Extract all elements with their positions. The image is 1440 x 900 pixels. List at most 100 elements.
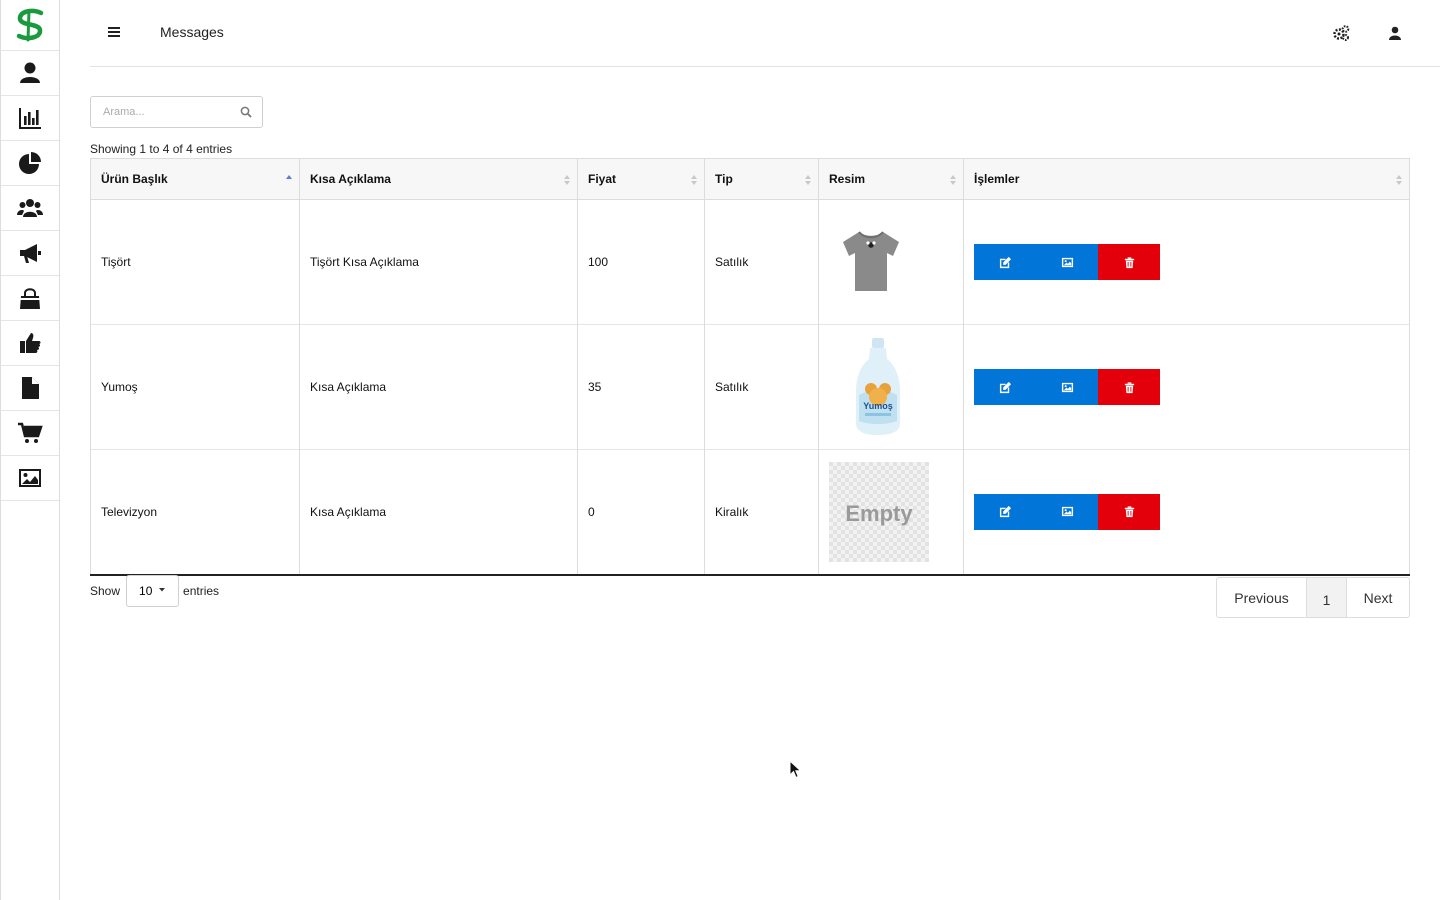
sidebar-item-reports[interactable] bbox=[1, 141, 59, 186]
cart-icon bbox=[18, 422, 43, 443]
column-header-label: Tip bbox=[715, 172, 733, 186]
column-header-actions[interactable]: İşlemler bbox=[963, 158, 1410, 200]
megaphone-icon bbox=[20, 244, 41, 263]
cell-price: 0 bbox=[577, 449, 705, 576]
edit-button[interactable] bbox=[974, 244, 1036, 280]
image-icon bbox=[1061, 507, 1073, 517]
sidebar-item-statistics[interactable] bbox=[1, 96, 59, 141]
sidebar-item-announcements[interactable] bbox=[1, 231, 59, 276]
show-label: Show bbox=[90, 584, 121, 598]
logo-icon bbox=[16, 8, 44, 42]
image-button[interactable] bbox=[1036, 493, 1098, 530]
cell-actions bbox=[963, 449, 1410, 576]
edit-icon bbox=[999, 506, 1011, 518]
tshirt-thumbnail[interactable] bbox=[829, 212, 929, 312]
page-length-select[interactable]: 10 bbox=[126, 575, 180, 607]
cell-image: Yumoş bbox=[818, 324, 964, 450]
table-row: Televizyon Kısa Açıklama 0 Kiralık Empty bbox=[90, 449, 1410, 576]
trash-icon bbox=[1124, 256, 1134, 268]
cell-actions bbox=[963, 324, 1410, 450]
column-header-label: Ürün Başlık bbox=[101, 172, 168, 186]
edit-button[interactable] bbox=[974, 493, 1036, 530]
cell-description: Tişört Kısa Açıklama bbox=[299, 199, 578, 325]
sidebar-item-pages[interactable] bbox=[1, 366, 59, 411]
row-actions bbox=[974, 493, 1409, 530]
delete-button[interactable] bbox=[1098, 369, 1160, 405]
table-info: Showing 1 to 4 of 4 entries bbox=[90, 142, 233, 156]
cell-title: Yumoş bbox=[90, 324, 300, 450]
sidebar-item-likes[interactable] bbox=[1, 321, 59, 366]
search-box bbox=[90, 96, 263, 128]
empty-image-text: Empty bbox=[845, 501, 913, 526]
settings-gears-icon[interactable] bbox=[1332, 24, 1350, 42]
image-icon bbox=[19, 469, 41, 487]
cell-type: Satılık bbox=[704, 199, 819, 325]
empty-image-placeholder[interactable]: Empty bbox=[829, 461, 929, 562]
edit-icon bbox=[999, 381, 1011, 393]
column-header-label: Resim bbox=[829, 172, 866, 186]
pie-chart-icon bbox=[19, 152, 41, 174]
cell-title: Televizyon bbox=[90, 449, 300, 576]
image-icon bbox=[1061, 382, 1073, 392]
search-input[interactable] bbox=[91, 97, 231, 127]
user-icon bbox=[20, 62, 40, 83]
table-row: Tişört Tişört Kısa Açıklama 100 Satılık bbox=[90, 199, 1410, 325]
thumbs-up-icon bbox=[20, 333, 41, 353]
column-header-label: Kısa Açıklama bbox=[310, 172, 391, 186]
pagination: Previous 1 Next bbox=[1216, 577, 1410, 618]
column-header-description[interactable]: Kısa Açıklama bbox=[299, 158, 578, 200]
softener-bottle-thumbnail[interactable]: Yumoş bbox=[829, 337, 929, 437]
next-page-button[interactable]: Next bbox=[1347, 578, 1409, 617]
sidebar-item-users[interactable] bbox=[1, 51, 59, 96]
hamburger-menu-icon[interactable] bbox=[106, 24, 122, 40]
table-row: Yumoş Kısa Açıklama 35 Satılık Yumoş bbox=[90, 324, 1410, 450]
mouse-cursor-icon bbox=[789, 760, 802, 779]
image-button[interactable] bbox=[1036, 244, 1098, 280]
delete-button[interactable] bbox=[1098, 244, 1160, 280]
cell-image: Empty bbox=[818, 449, 964, 576]
bar-chart-icon bbox=[19, 108, 41, 129]
cell-description: Kısa Açıklama bbox=[299, 324, 578, 450]
cell-title: Tişört bbox=[90, 199, 300, 325]
products-table: Ürün Başlık Kısa Açıklama Fiyat Tip Resi… bbox=[90, 158, 1410, 576]
row-actions bbox=[974, 369, 1409, 405]
search-icon[interactable] bbox=[240, 106, 252, 118]
sort-both-icon bbox=[805, 175, 811, 185]
trash-icon bbox=[1124, 381, 1134, 393]
user-profile-icon[interactable] bbox=[1387, 25, 1403, 41]
page-title: Messages bbox=[160, 24, 224, 40]
sidebar-item-gallery[interactable] bbox=[1, 456, 59, 501]
row-actions bbox=[974, 244, 1409, 280]
column-header-title[interactable]: Ürün Başlık bbox=[90, 158, 300, 200]
delete-button[interactable] bbox=[1098, 493, 1160, 530]
page-1-button[interactable]: 1 bbox=[1307, 578, 1347, 617]
trash-icon bbox=[1124, 506, 1134, 518]
sort-both-icon bbox=[564, 175, 570, 185]
image-button[interactable] bbox=[1036, 369, 1098, 405]
sidebar-item-orders[interactable] bbox=[1, 411, 59, 456]
sidebar-item-products[interactable] bbox=[1, 276, 59, 321]
edit-button[interactable] bbox=[974, 369, 1036, 405]
previous-page-button[interactable]: Previous bbox=[1217, 578, 1307, 617]
bottle-label: Yumoş bbox=[863, 401, 893, 411]
column-header-type[interactable]: Tip bbox=[704, 158, 819, 200]
sort-both-icon bbox=[950, 175, 956, 185]
users-icon bbox=[17, 199, 43, 217]
column-header-label: Fiyat bbox=[588, 172, 617, 186]
page-length-control: Show 10 entries bbox=[90, 575, 219, 607]
brand-logo[interactable] bbox=[1, 0, 59, 51]
sort-both-icon bbox=[1396, 175, 1402, 185]
cell-actions bbox=[963, 199, 1410, 325]
image-icon bbox=[1061, 257, 1073, 267]
cell-image bbox=[818, 199, 964, 325]
column-header-label: İşlemler bbox=[974, 172, 1020, 186]
top-bar: Messages bbox=[90, 0, 1440, 67]
column-header-image[interactable]: Resim bbox=[818, 158, 964, 200]
table-header-row: Ürün Başlık Kısa Açıklama Fiyat Tip Resi… bbox=[90, 158, 1410, 200]
cell-price: 35 bbox=[577, 324, 705, 450]
column-header-price[interactable]: Fiyat bbox=[577, 158, 705, 200]
edit-icon bbox=[999, 256, 1011, 268]
cell-price: 100 bbox=[577, 199, 705, 325]
entries-label: entries bbox=[183, 584, 220, 598]
sidebar-item-groups[interactable] bbox=[1, 186, 59, 231]
